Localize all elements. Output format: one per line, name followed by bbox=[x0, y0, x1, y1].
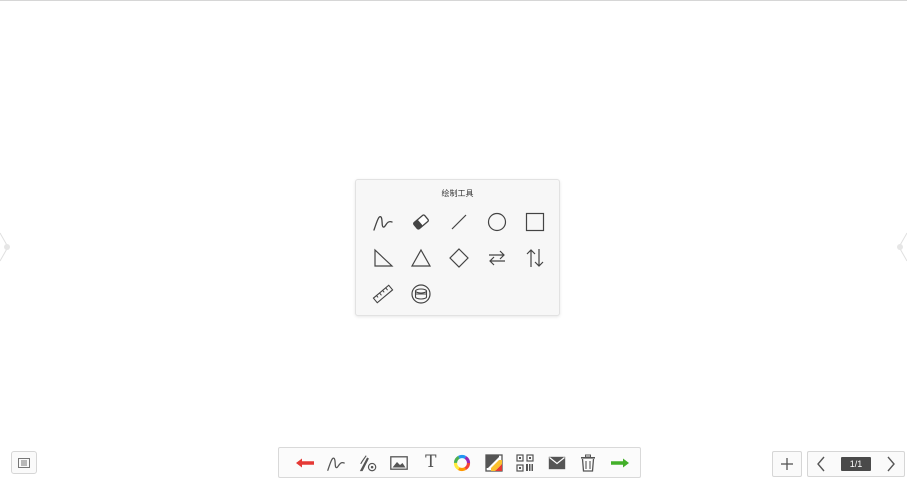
chevron-right-icon bbox=[887, 456, 895, 472]
color-button[interactable] bbox=[447, 448, 479, 477]
redo-button[interactable] bbox=[604, 448, 636, 477]
image-icon bbox=[390, 455, 409, 470]
qr-code-icon bbox=[516, 453, 534, 472]
redo-arrow-icon bbox=[610, 458, 629, 467]
diamond-icon bbox=[449, 248, 469, 268]
circle-icon bbox=[487, 212, 507, 232]
undo-arrow-icon bbox=[295, 458, 314, 467]
ruler-icon bbox=[372, 284, 394, 304]
right-side-handle[interactable] bbox=[889, 229, 907, 265]
left-side-handle[interactable] bbox=[0, 229, 18, 265]
square-icon bbox=[525, 212, 545, 232]
page-navigator: 1/1 bbox=[807, 451, 905, 477]
text-icon: T bbox=[425, 452, 437, 472]
page-indicator: 1/1 bbox=[841, 457, 871, 471]
qr-code-button[interactable] bbox=[510, 448, 542, 477]
undo-button[interactable] bbox=[289, 448, 321, 477]
plus-icon bbox=[781, 458, 793, 470]
mail-icon bbox=[548, 456, 565, 469]
line-icon bbox=[451, 214, 467, 230]
pen-curve-icon bbox=[327, 456, 346, 471]
tool-cylinder[interactable] bbox=[402, 276, 440, 312]
image-button[interactable] bbox=[384, 448, 416, 477]
panel-title: 绘制工具 bbox=[441, 189, 474, 198]
delete-button[interactable] bbox=[573, 448, 605, 477]
tool-line[interactable] bbox=[440, 204, 478, 240]
tool-right-triangle[interactable] bbox=[364, 240, 402, 276]
bottom-toolbar: T bbox=[278, 447, 641, 478]
color-wheel-icon bbox=[454, 454, 471, 471]
background-button[interactable] bbox=[478, 448, 510, 477]
pen-button[interactable] bbox=[321, 448, 353, 477]
prev-page-button[interactable] bbox=[812, 453, 830, 475]
tool-freehand-pen[interactable] bbox=[364, 204, 402, 240]
vertical-arrows-icon bbox=[526, 249, 544, 267]
tool-triangle[interactable] bbox=[402, 240, 440, 276]
pen-settings-button[interactable] bbox=[352, 448, 384, 477]
pen-settings-icon bbox=[359, 454, 377, 471]
tool-rectangle[interactable] bbox=[516, 204, 554, 240]
pen-curve-icon bbox=[373, 215, 393, 231]
cylinder-icon bbox=[411, 284, 431, 304]
add-page-button[interactable] bbox=[772, 451, 802, 477]
menu-button[interactable] bbox=[11, 451, 37, 474]
tool-eraser[interactable] bbox=[402, 204, 440, 240]
trash-icon bbox=[581, 454, 596, 472]
tool-grid bbox=[364, 204, 554, 312]
triangle-icon bbox=[410, 248, 432, 267]
right-triangle-icon bbox=[374, 248, 394, 267]
chevron-left-icon bbox=[817, 456, 825, 472]
drawing-tools-panel: 绘制工具 bbox=[355, 179, 560, 316]
next-page-button[interactable] bbox=[882, 453, 900, 475]
list-icon bbox=[18, 457, 30, 468]
tool-circle[interactable] bbox=[478, 204, 516, 240]
whiteboard-canvas[interactable]: 绘制工具 T 1/1 bbox=[0, 0, 907, 478]
swap-arrows-icon bbox=[489, 250, 505, 266]
tool-vertical-arrows[interactable] bbox=[516, 240, 554, 276]
mail-button[interactable] bbox=[541, 448, 573, 477]
eraser-icon bbox=[413, 214, 429, 230]
tool-bidirectional-arrows[interactable] bbox=[478, 240, 516, 276]
tool-diamond[interactable] bbox=[440, 240, 478, 276]
background-icon bbox=[485, 453, 503, 472]
text-button[interactable]: T bbox=[415, 448, 447, 477]
tool-ruler[interactable] bbox=[364, 276, 402, 312]
